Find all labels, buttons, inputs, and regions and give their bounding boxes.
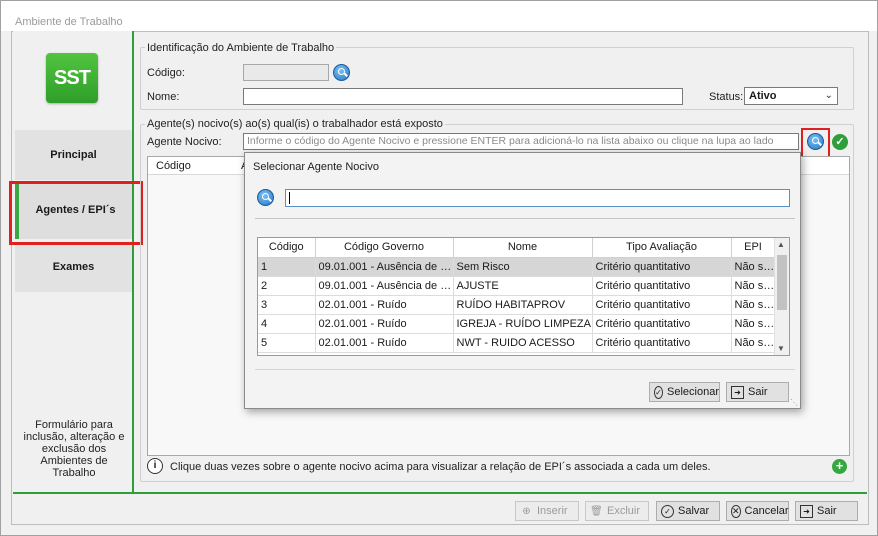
plus-circle-icon: ⊕	[522, 505, 531, 517]
cell-governo: 02.01.001 - Ruído	[315, 295, 454, 315]
selecionar-agente-dialog: Selecionar Agente Nocivo Código Código G…	[244, 152, 801, 409]
excluir-label: Excluir	[607, 505, 641, 517]
inserir-label: Inserir	[537, 505, 568, 517]
exit-icon: ➜	[731, 385, 744, 399]
text-caret	[289, 192, 290, 204]
trash-icon: 🗑	[590, 505, 603, 517]
salvar-button[interactable]: ✓ Salvar	[656, 501, 720, 521]
cell-nome: Sem Risco	[453, 257, 593, 277]
nome-field[interactable]	[243, 88, 683, 105]
column-header[interactable]: Código	[258, 238, 316, 258]
scroll-down-icon[interactable]: ▼	[777, 344, 785, 353]
scrollbar-thumb[interactable]	[777, 255, 787, 310]
cell-epi: Não se aplica	[731, 333, 776, 353]
window-title: Ambiente de Trabalho	[15, 16, 123, 28]
cancel-circle-icon: ✕	[731, 504, 741, 518]
cell-tipo: Critério quantitativo	[592, 314, 732, 334]
column-header[interactable]: Nome	[453, 238, 593, 258]
codigo-field[interactable]	[243, 64, 329, 81]
status-label: Status:	[709, 91, 744, 103]
selecionar-label: Selecionar	[667, 386, 719, 398]
agente-nocivo-field[interactable]: Informe o código do Agente Nocivo e pres…	[243, 133, 799, 150]
table-header-row: Código Código Governo Nome Tipo Avaliaçã…	[258, 238, 776, 258]
agente-nocivo-placeholder: Informe o código do Agente Nocivo e pres…	[247, 135, 774, 147]
cell-epi: Não se aplica	[731, 314, 776, 334]
cell-governo: 02.01.001 - Ruído	[315, 314, 454, 334]
sidebar-item-exames[interactable]: Exames	[15, 242, 132, 292]
cell-codigo: 5	[258, 333, 316, 353]
identificacao-group-title: Identificação do Ambiente de Trabalho	[145, 42, 337, 54]
title-bar: Ambiente de Trabalho	[1, 1, 877, 31]
inserir-button[interactable]: ⊕ Inserir	[515, 501, 579, 521]
cell-epi: Não se aplica	[731, 295, 776, 315]
sst-logo: SST	[46, 53, 98, 103]
cell-nome: NWT - RUIDO ACESSO	[453, 333, 593, 353]
cell-tipo: Critério quantitativo	[592, 276, 732, 296]
cell-tipo: Critério quantitativo	[592, 257, 732, 277]
cell-tipo: Critério quantitativo	[592, 295, 732, 315]
agente-search-icon[interactable]	[807, 133, 824, 150]
table-scrollbar[interactable]: ▲ ▼	[774, 238, 789, 355]
app-window: Ambiente de Trabalho SST Principal Agent…	[0, 0, 878, 536]
table-row[interactable]: 5 02.01.001 - Ruído NWT - RUIDO ACESSO C…	[258, 333, 776, 353]
column-header[interactable]: EPI	[731, 238, 776, 258]
cell-codigo: 1	[258, 257, 316, 277]
cell-codigo: 3	[258, 295, 316, 315]
cell-governo: 02.01.001 - Ruído	[315, 333, 454, 353]
info-text: Clique duas vezes sobre o agente nocivo …	[170, 461, 711, 473]
cell-codigo: 2	[258, 276, 316, 296]
table-row[interactable]: 4 02.01.001 - Ruído IGREJA - RUÍDO LIMPE…	[258, 314, 776, 334]
scroll-up-icon[interactable]: ▲	[777, 240, 785, 249]
table-row[interactable]: 2 09.01.001 - Ausência de agente nocivo …	[258, 276, 776, 296]
agente-nocivo-label: Agente Nocivo:	[147, 136, 222, 148]
codigo-search-icon[interactable]	[333, 64, 350, 81]
table-row[interactable]: 1 09.01.001 - Ausência de agente nocivo …	[258, 257, 776, 277]
codigo-label: Código:	[147, 67, 185, 79]
cell-codigo: 4	[258, 314, 316, 334]
status-value: Ativo	[749, 90, 777, 102]
selecionar-button[interactable]: ✓ Selecionar	[649, 382, 720, 402]
agentes-table[interactable]: Código Código Governo Nome Tipo Avaliaçã…	[257, 237, 790, 356]
cell-nome: RUÍDO HABITAPROV	[453, 295, 593, 315]
info-icon: i	[147, 458, 163, 474]
cancelar-label: Cancelar	[744, 505, 789, 517]
cell-epi: Não se aplica	[731, 276, 776, 296]
salvar-label: Salvar	[678, 505, 710, 517]
cell-nome: IGREJA - RUÍDO LIMPEZA	[453, 314, 593, 334]
chevron-down-icon: ⌄	[824, 90, 833, 101]
status-select[interactable]: Ativo ⌄	[744, 87, 838, 105]
dialog-sair-label: Sair	[748, 386, 768, 398]
nome-label: Nome:	[147, 91, 180, 103]
dialog-sair-button[interactable]: ➜ Sair	[726, 382, 789, 402]
table-row[interactable]: 3 02.01.001 - Ruído RUÍDO HABITAPROV Cri…	[258, 295, 776, 315]
column-header[interactable]: Código Governo	[315, 238, 454, 258]
resize-grip-icon[interactable]: ⋱	[790, 398, 798, 407]
cell-epi: Não se aplica	[731, 257, 776, 277]
cell-governo: 09.01.001 - Ausência de agente nocivo	[315, 257, 454, 277]
excluir-button[interactable]: 🗑 Excluir	[585, 501, 649, 521]
divider	[255, 218, 795, 219]
divider	[255, 369, 795, 370]
dialog-search-icon[interactable]	[257, 189, 274, 206]
cell-tipo: Critério quantitativo	[592, 333, 732, 353]
check-circle-icon: ✓	[654, 385, 664, 399]
exit-icon: ➜	[800, 504, 813, 518]
cell-nome: AJUSTE	[453, 276, 593, 296]
dialog-search-input[interactable]	[285, 189, 790, 207]
grid-header-codigo: Código	[156, 160, 191, 172]
sidebar-item-agentes-epis[interactable]: Agentes / EPI´s	[15, 181, 132, 239]
sair-label: Sair	[817, 505, 837, 517]
sidebar-description: Formulário para inclusão, alteração e ex…	[23, 419, 125, 479]
sidebar: SST Principal Agentes / EPI´s Exames For…	[13, 31, 134, 493]
cell-governo: 09.01.001 - Ausência de agente nocivo	[315, 276, 454, 296]
confirm-check-icon[interactable]: ✓	[832, 134, 848, 150]
cancelar-button[interactable]: ✕ Cancelar	[726, 501, 789, 521]
sidebar-item-principal[interactable]: Principal	[15, 130, 132, 180]
agentes-group-title: Agente(s) nocivo(s) ao(s) qual(is) o tra…	[145, 118, 445, 130]
dialog-title: Selecionar Agente Nocivo	[253, 161, 379, 173]
add-icon[interactable]: +	[832, 459, 847, 474]
check-circle-icon: ✓	[661, 504, 674, 518]
column-header[interactable]: Tipo Avaliação	[592, 238, 732, 258]
sair-button[interactable]: ➜ Sair	[795, 501, 858, 521]
